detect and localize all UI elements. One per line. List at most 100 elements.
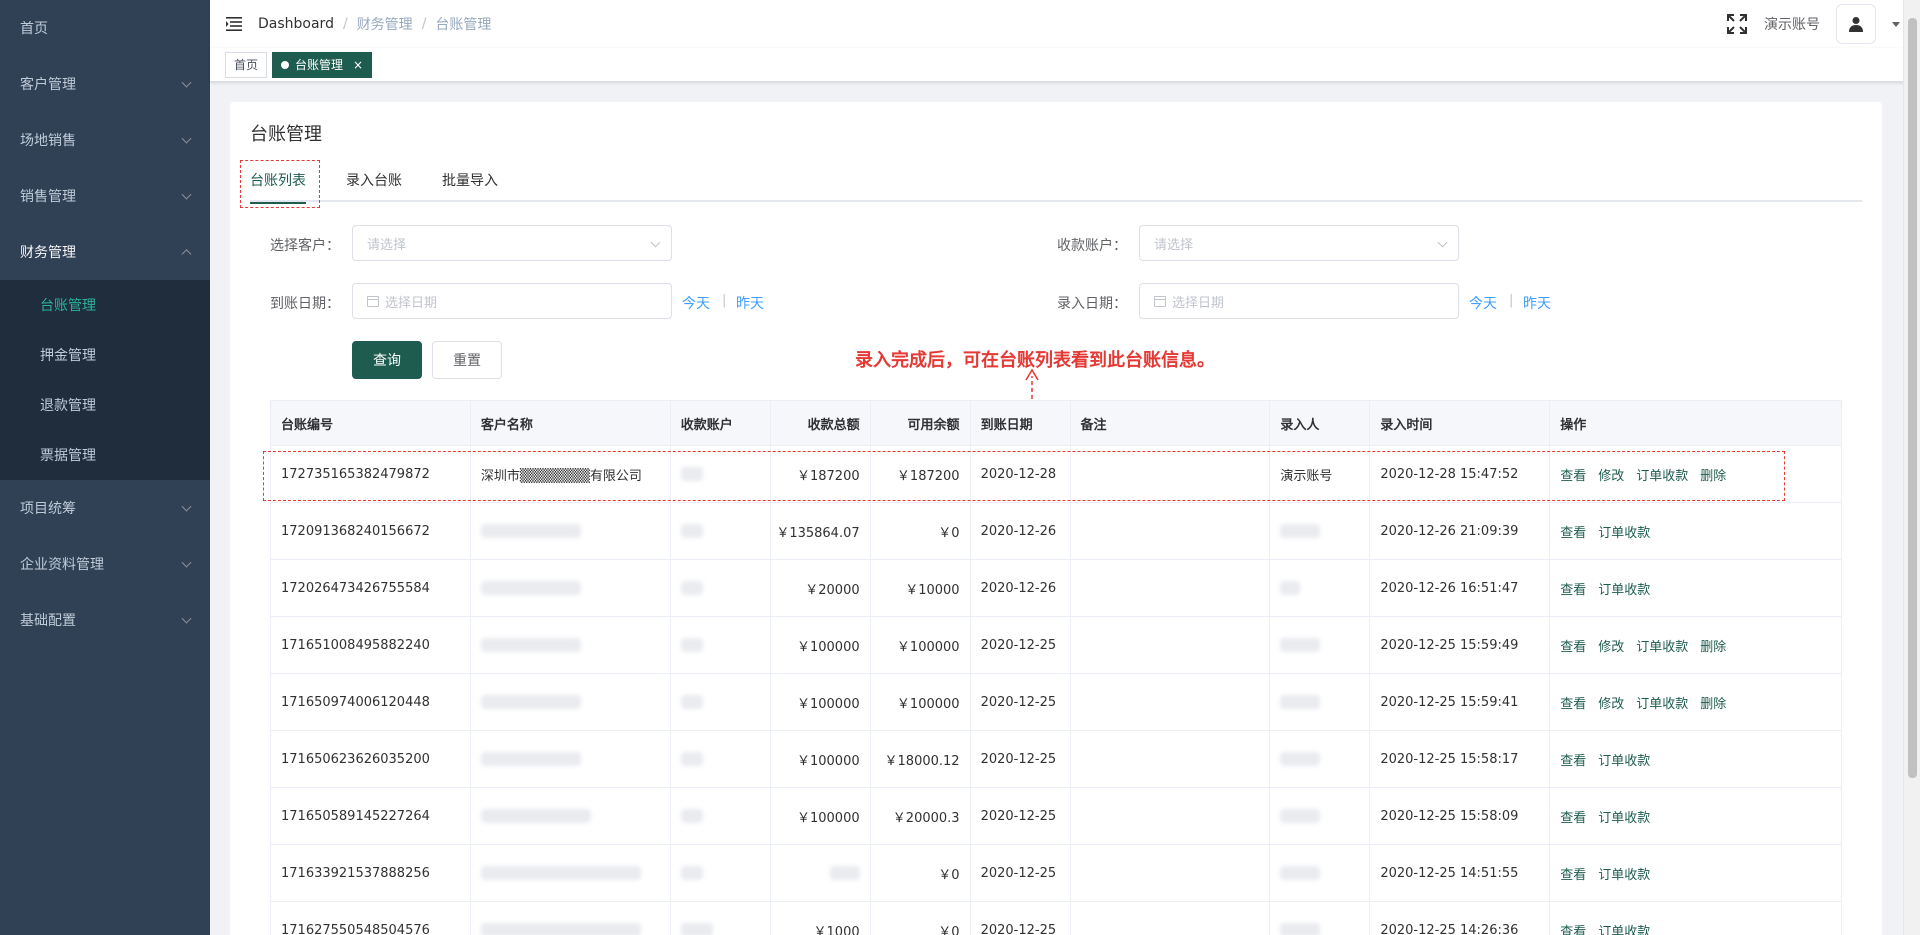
row-action-link[interactable]: 订单收款 [1636,636,1688,655]
cell-account [671,503,771,559]
sidebar-item-label: 企业资料管理 [20,557,104,573]
entry-date-picker[interactable]: 选择日期 [1139,283,1459,319]
sidebar-item-label: 退款管理 [40,398,96,414]
account-name[interactable]: 演示账号 [1764,14,1820,34]
cell-time: 2020-12-25 15:58:09 [1370,788,1551,844]
arrival-yesterday-link[interactable]: 昨天 [736,293,764,313]
tag-home[interactable]: 首页 [225,51,268,78]
cell-ledger-id: 172026473426755584 [271,560,471,616]
fullscreen-icon[interactable] [1726,13,1748,35]
cell-note [1071,560,1271,616]
vertical-scrollbar[interactable] [1903,0,1920,935]
sidebar-item-label: 押金管理 [40,348,96,364]
breadcrumb-ledger: 台账管理 [435,17,492,33]
sidebar-item-config[interactable]: 基础配置 [0,592,210,648]
row-action-link[interactable]: 订单收款 [1598,750,1650,769]
arrival-date-label: 到账日期： [270,296,340,312]
table-row: 171651008495882240 ￥100000 ￥100000 2020-12-… [271,617,1842,674]
row-action-link[interactable]: 查看 [1560,636,1586,655]
row-action-link[interactable]: 订单收款 [1598,522,1650,541]
row-action-link[interactable]: 删除 [1700,636,1726,655]
sidebar-item-projects[interactable]: 项目统筹 [0,480,210,536]
chevron-down-icon [181,189,192,200]
breadcrumb-dashboard[interactable]: Dashboard [258,16,334,32]
row-action-link[interactable]: 订单收款 [1598,579,1650,598]
table-header-row: 台账编号 客户名称 收款账户 收款总额 可用余额 到账日期 备注 录入人 录入时… [271,401,1842,446]
cell-balance: ￥18000.12 [871,731,971,787]
cell-account [671,617,771,673]
scrollbar-thumb[interactable] [1908,18,1917,778]
breadcrumb-separator: / [421,16,427,32]
account-select[interactable]: 请选择 [1139,225,1459,261]
redacted-text [680,695,703,709]
row-action-link[interactable]: 查看 [1560,522,1586,541]
breadcrumb: Dashboard / 财务管理 / 台账管理 [258,14,491,34]
row-action-link[interactable]: 查看 [1560,750,1586,769]
row-action-link[interactable]: 修改 [1598,693,1624,712]
entry-today-link[interactable]: 今天 [1469,293,1497,313]
tab-batch-import[interactable]: 批量导入 [442,168,498,202]
header-ledger-id: 台账编号 [271,401,471,445]
sidebar-item-sales[interactable]: 销售管理 [0,168,210,224]
sidebar-item-refund[interactable]: 退款管理 [0,380,210,430]
arrival-date-picker[interactable]: 选择日期 [352,283,672,319]
hamburger-icon[interactable] [210,0,258,48]
table-row: 172091368240156672 ￥135864.07 ￥0 2020-12-26… [271,503,1842,560]
query-button[interactable]: 查询 [352,341,422,379]
header-time: 录入时间 [1370,401,1551,445]
redacted-text [480,923,641,935]
cell-time: 2020-12-25 15:59:49 [1370,617,1551,673]
sidebar-item-ledger[interactable]: 台账管理 [0,280,210,330]
cell-ops: 查看 订单收款 [1550,845,1842,901]
cell-account [671,731,771,787]
highlight-box-row [263,451,1785,501]
row-action-link[interactable]: 修改 [1598,636,1624,655]
header-note: 备注 [1071,401,1271,445]
chevron-up-icon [181,249,192,260]
redacted-text [1280,524,1321,538]
sidebar-item-invoice[interactable]: 票据管理 [0,430,210,480]
cell-date: 2020-12-25 [971,731,1071,787]
redacted-text [480,866,641,880]
row-action-link[interactable]: 查看 [1560,921,1586,935]
customer-select[interactable]: 请选择 [352,225,672,261]
entry-yesterday-link[interactable]: 昨天 [1523,293,1551,313]
cell-time: 2020-12-25 14:26:36 [1370,902,1551,935]
arrival-today-link[interactable]: 今天 [682,293,710,313]
top-navbar: Dashboard / 财务管理 / 台账管理 演示账号 [210,0,1920,48]
caret-down-icon[interactable] [1892,21,1900,27]
customer-select-placeholder: 请选择 [367,237,407,253]
sidebar-item-finance[interactable]: 财务管理 [0,224,210,280]
row-action-link[interactable]: 删除 [1700,693,1726,712]
row-action-link[interactable]: 查看 [1560,579,1586,598]
row-action-link[interactable]: 查看 [1560,807,1586,826]
close-icon[interactable]: × [353,53,363,77]
row-action-link[interactable]: 订单收款 [1598,807,1650,826]
sidebar-item-deposit[interactable]: 押金管理 [0,330,210,380]
row-action-link[interactable]: 订单收款 [1636,693,1688,712]
sidebar-item-customers[interactable]: 客户管理 [0,56,210,112]
row-action-link[interactable]: 查看 [1560,693,1586,712]
sidebar-item-home[interactable]: 首页 [0,0,210,56]
arrival-date-placeholder: 选择日期 [385,295,438,311]
tab-add-ledger[interactable]: 录入台账 [346,168,402,202]
reset-button[interactable]: 重置 [432,341,502,379]
table-row: 171650623626035200 ￥100000 ￥18000.12 2020-1… [271,731,1842,788]
row-action-link[interactable]: 订单收款 [1598,921,1650,935]
account-label: 收款账户： [1057,238,1127,254]
sidebar-item-company[interactable]: 企业资料管理 [0,536,210,592]
row-action-link[interactable]: 查看 [1560,864,1586,883]
cell-operator [1270,503,1371,559]
sidebar-item-label: 台账管理 [40,298,96,314]
sidebar-item-venue-sales[interactable]: 场地销售 [0,112,210,168]
chevron-down-icon [181,501,192,512]
user-avatar-icon[interactable] [1836,4,1876,44]
cell-operator [1270,845,1371,901]
account-select-placeholder: 请选择 [1154,237,1194,253]
tag-ledger[interactable]: 台账管理 × [272,51,373,78]
cell-operator [1270,788,1371,844]
cell-date: 2020-12-25 [971,902,1071,935]
redacted-text [680,581,703,595]
cell-balance: ￥10000 [871,560,971,616]
row-action-link[interactable]: 订单收款 [1598,864,1650,883]
